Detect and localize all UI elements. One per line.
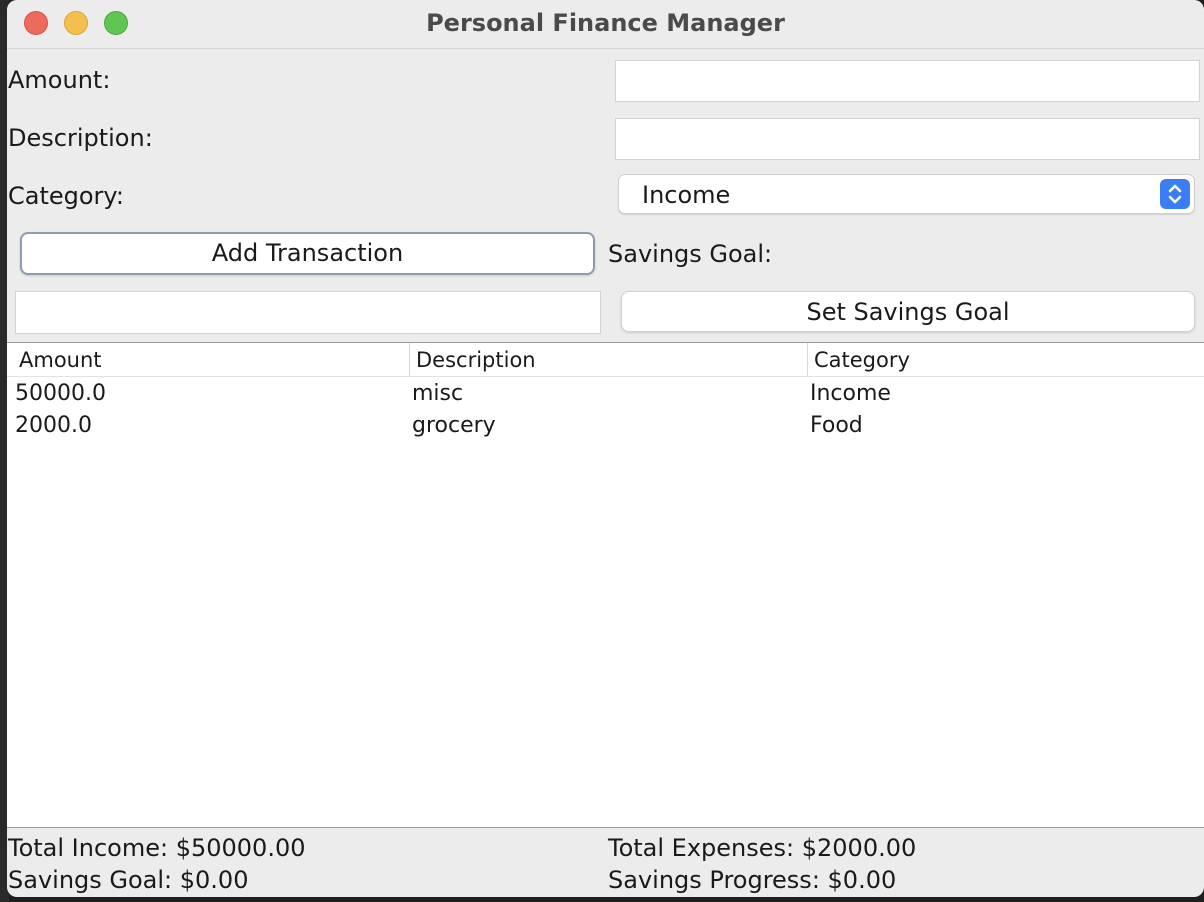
- table-cell-description: grocery: [412, 413, 496, 438]
- total-income-label: Total Income: $50000.00: [8, 834, 306, 862]
- table-row[interactable]: 50000.0 misc Income: [7, 378, 1204, 410]
- table-cell-description: misc: [412, 381, 464, 406]
- column-header-amount[interactable]: Amount: [13, 343, 409, 377]
- transactions-table[interactable]: Amount Description Category 50000.0 misc…: [7, 342, 1204, 828]
- table-cell-category: Income: [810, 381, 891, 406]
- table-cell-category: Food: [810, 413, 863, 438]
- description-field[interactable]: [615, 118, 1200, 160]
- savings-goal-summary-label: Savings Goal: $0.00: [8, 866, 249, 894]
- add-transaction-button[interactable]: Add Transaction: [20, 232, 595, 275]
- savings-goal-label: Savings Goal:: [608, 240, 773, 268]
- savings-progress-label: Savings Progress: $0.00: [608, 866, 897, 894]
- category-label: Category:: [8, 182, 124, 210]
- column-header-category[interactable]: Category: [807, 343, 1203, 377]
- total-expenses-label: Total Expenses: $2000.00: [608, 834, 917, 862]
- description-label: Description:: [8, 124, 153, 152]
- amount-label: Amount:: [8, 66, 111, 94]
- set-savings-goal-button[interactable]: Set Savings Goal: [621, 291, 1195, 332]
- table-cell-amount: 50000.0: [15, 381, 106, 406]
- amount-field[interactable]: [615, 60, 1200, 102]
- category-select[interactable]: Income: [618, 174, 1195, 214]
- category-selected-value: Income: [642, 181, 731, 209]
- savings-goal-field[interactable]: [15, 291, 601, 334]
- title-bar: Personal Finance Manager: [7, 0, 1204, 49]
- table-cell-amount: 2000.0: [15, 413, 92, 438]
- table-header: Amount Description Category: [7, 343, 1204, 377]
- app-window: Personal Finance Manager Amount: Descrip…: [7, 0, 1204, 897]
- up-down-chevron-icon: [1160, 179, 1190, 209]
- table-row[interactable]: 2000.0 grocery Food: [7, 410, 1204, 442]
- window-title: Personal Finance Manager: [426, 9, 785, 37]
- column-header-description[interactable]: Description: [409, 343, 807, 377]
